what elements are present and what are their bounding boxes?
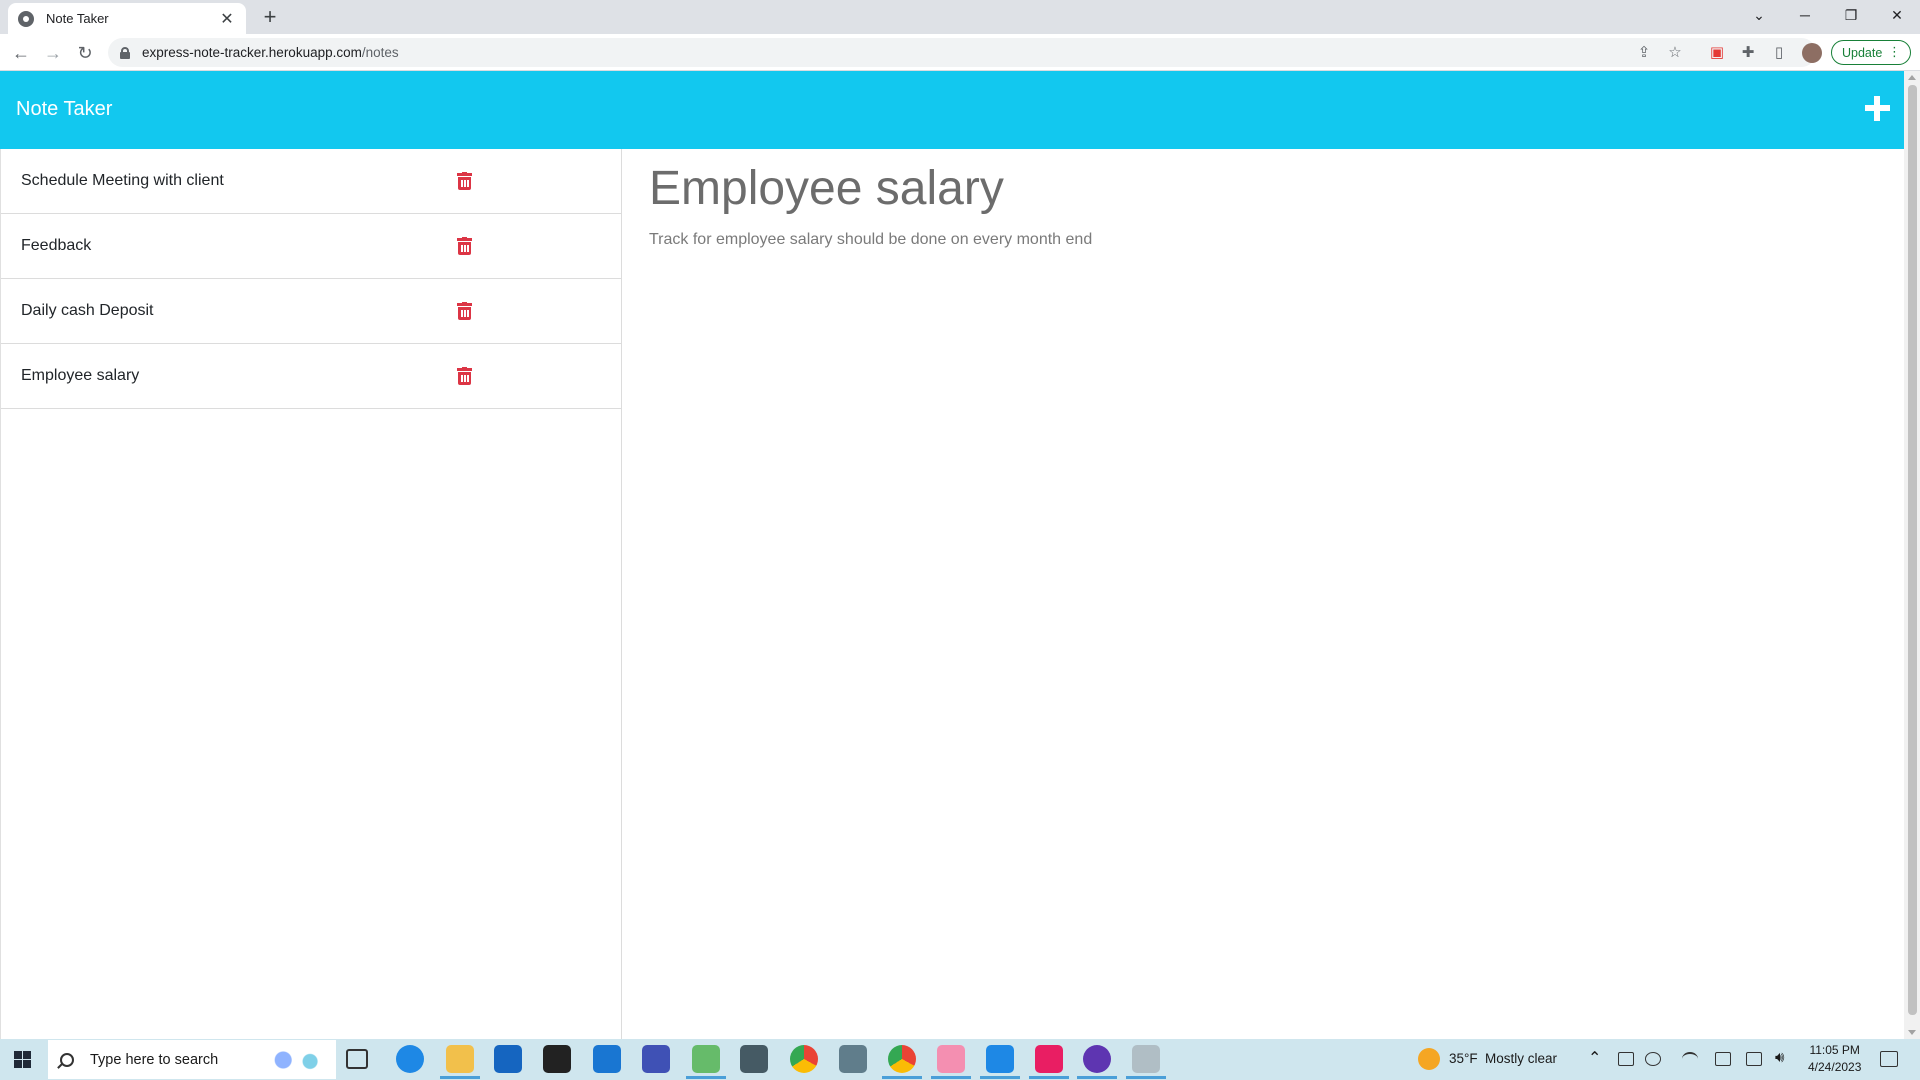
close-tab-icon[interactable]: ✕: [218, 9, 236, 29]
search-icon: [60, 1052, 74, 1067]
forward-arrow-icon[interactable]: →: [40, 40, 66, 66]
taskbar-search-placeholder: Type here to search: [90, 1051, 219, 1068]
volume-icon[interactable]: 🔊︎: [1775, 1049, 1784, 1066]
windows-start-icon[interactable]: [14, 1051, 31, 1068]
page-scrollbar[interactable]: [1904, 71, 1920, 1039]
note-editor: Employee salary Track for employee salar…: [623, 149, 1904, 1039]
scroll-thumb[interactable]: [1908, 85, 1917, 1015]
wifi-icon[interactable]: [1682, 1052, 1698, 1066]
star-icon[interactable]: ☆: [1666, 43, 1684, 61]
weather-moon-icon[interactable]: [1418, 1048, 1440, 1070]
tab-title: Note Taker: [46, 11, 109, 26]
browser-app-icon[interactable]: [1077, 1045, 1117, 1079]
puzzle-icon[interactable]: ✚: [1739, 43, 1757, 61]
note-title: Daily cash Deposit: [21, 302, 154, 319]
tab-search-icon[interactable]: ⌄: [1736, 0, 1782, 30]
taskbar-clock[interactable]: 11:05 PM 4/24/2023: [1808, 1042, 1861, 1076]
remote-desktop-icon[interactable]: [839, 1045, 867, 1073]
battery-icon[interactable]: [1715, 1052, 1731, 1066]
globe-icon: [18, 10, 34, 27]
note-list-item[interactable]: Daily cash Deposit: [1, 279, 621, 344]
url-path: /notes: [361, 45, 399, 60]
clock-date: 4/24/2023: [1808, 1060, 1862, 1074]
update-button[interactable]: Update ⋮: [1831, 40, 1911, 65]
mail-icon[interactable]: [593, 1045, 621, 1073]
sheets-icon[interactable]: [686, 1045, 726, 1079]
taskbar-search-box[interactable]: Type here to search: [48, 1040, 336, 1079]
paint-icon[interactable]: [1126, 1045, 1166, 1079]
browser-tab[interactable]: Note Taker ✕: [8, 3, 246, 34]
browser-tabstrip: Note Taker ✕ + ⌄ ─ ❐ ✕: [0, 0, 1920, 34]
powershell-icon[interactable]: [642, 1045, 670, 1073]
calculator-icon[interactable]: [740, 1045, 768, 1073]
network-icon[interactable]: [1746, 1052, 1762, 1066]
chevron-up-icon[interactable]: ⌃: [1588, 1048, 1601, 1068]
app-brand[interactable]: Note Taker: [16, 98, 112, 121]
chrome-icon[interactable]: [790, 1045, 818, 1073]
more-vert-icon: ⋮: [1888, 44, 1901, 59]
weather-temp[interactable]: 35°F: [1449, 1051, 1478, 1066]
search-highlight-image: [264, 1046, 328, 1074]
new-tab-button[interactable]: +: [258, 4, 282, 30]
note-title: Feedback: [21, 237, 92, 254]
note-title: Employee salary: [21, 367, 140, 384]
vscode-icon[interactable]: [980, 1045, 1020, 1079]
back-arrow-icon[interactable]: ←: [8, 40, 34, 66]
onedrive-icon[interactable]: [1645, 1052, 1661, 1066]
delete-note-trash-icon[interactable]: [457, 237, 472, 255]
extension-badge-icon[interactable]: ▣: [1708, 43, 1726, 61]
clock-time: 11:05 PM: [1809, 1043, 1860, 1057]
reload-icon[interactable]: ↻: [72, 40, 98, 66]
task-view-icon[interactable]: [346, 1049, 368, 1069]
meet-icon[interactable]: [1618, 1052, 1634, 1066]
url-text: express-note-tracker.herokuapp.com/notes: [142, 45, 399, 60]
terminal-icon[interactable]: [543, 1045, 571, 1073]
chrome-profile-icon[interactable]: [882, 1045, 922, 1079]
notifications-icon[interactable]: [1880, 1051, 1898, 1067]
side-panel-icon[interactable]: ▯: [1770, 43, 1788, 61]
url-host: express-note-tracker.herokuapp.com: [142, 45, 362, 60]
note-list-item[interactable]: Feedback: [1, 214, 621, 279]
app-navbar: Note Taker: [0, 71, 1904, 149]
note-list-item[interactable]: Schedule Meeting with client: [1, 149, 621, 214]
note-text-field[interactable]: Track for employee salary should be done…: [649, 231, 1092, 249]
note-list: Schedule Meeting with client Feedback Da…: [0, 149, 622, 1039]
restore-button[interactable]: ❐: [1828, 0, 1874, 30]
weather-text[interactable]: Mostly clear: [1485, 1051, 1557, 1066]
browser-toolbar: ← → ↻ express-note-tracker.herokuapp.com…: [0, 34, 1920, 71]
note-title: Schedule Meeting with client: [21, 172, 224, 189]
edge-icon[interactable]: [396, 1045, 424, 1073]
share-icon[interactable]: ⇪: [1635, 43, 1653, 61]
minimize-button[interactable]: ─: [1782, 0, 1828, 30]
app-icon[interactable]: [931, 1045, 971, 1079]
delete-note-trash-icon[interactable]: [457, 367, 472, 385]
scroll-down-icon[interactable]: [1908, 1030, 1916, 1035]
note-list-item[interactable]: Employee salary: [1, 344, 621, 409]
file-explorer-icon[interactable]: [440, 1045, 480, 1079]
update-label: Update: [1842, 45, 1883, 60]
close-window-button[interactable]: ✕: [1874, 0, 1920, 30]
page: Note Taker Schedule Meeting with client …: [0, 71, 1904, 1039]
delete-note-trash-icon[interactable]: [457, 302, 472, 320]
delete-note-trash-icon[interactable]: [457, 172, 472, 190]
note-title-field[interactable]: Employee salary: [649, 161, 1004, 216]
address-bar[interactable]: express-note-tracker.herokuapp.com/notes: [108, 38, 1816, 67]
slack-icon[interactable]: [1029, 1045, 1069, 1079]
windows-taskbar: Type here to search 35°F Mostly clear ⌃ …: [0, 1039, 1920, 1080]
store-icon[interactable]: [494, 1045, 522, 1073]
lock-icon: [120, 46, 130, 59]
new-note-plus-icon[interactable]: [1865, 96, 1890, 121]
avatar[interactable]: [1802, 43, 1822, 63]
scroll-up-icon[interactable]: [1908, 75, 1916, 80]
